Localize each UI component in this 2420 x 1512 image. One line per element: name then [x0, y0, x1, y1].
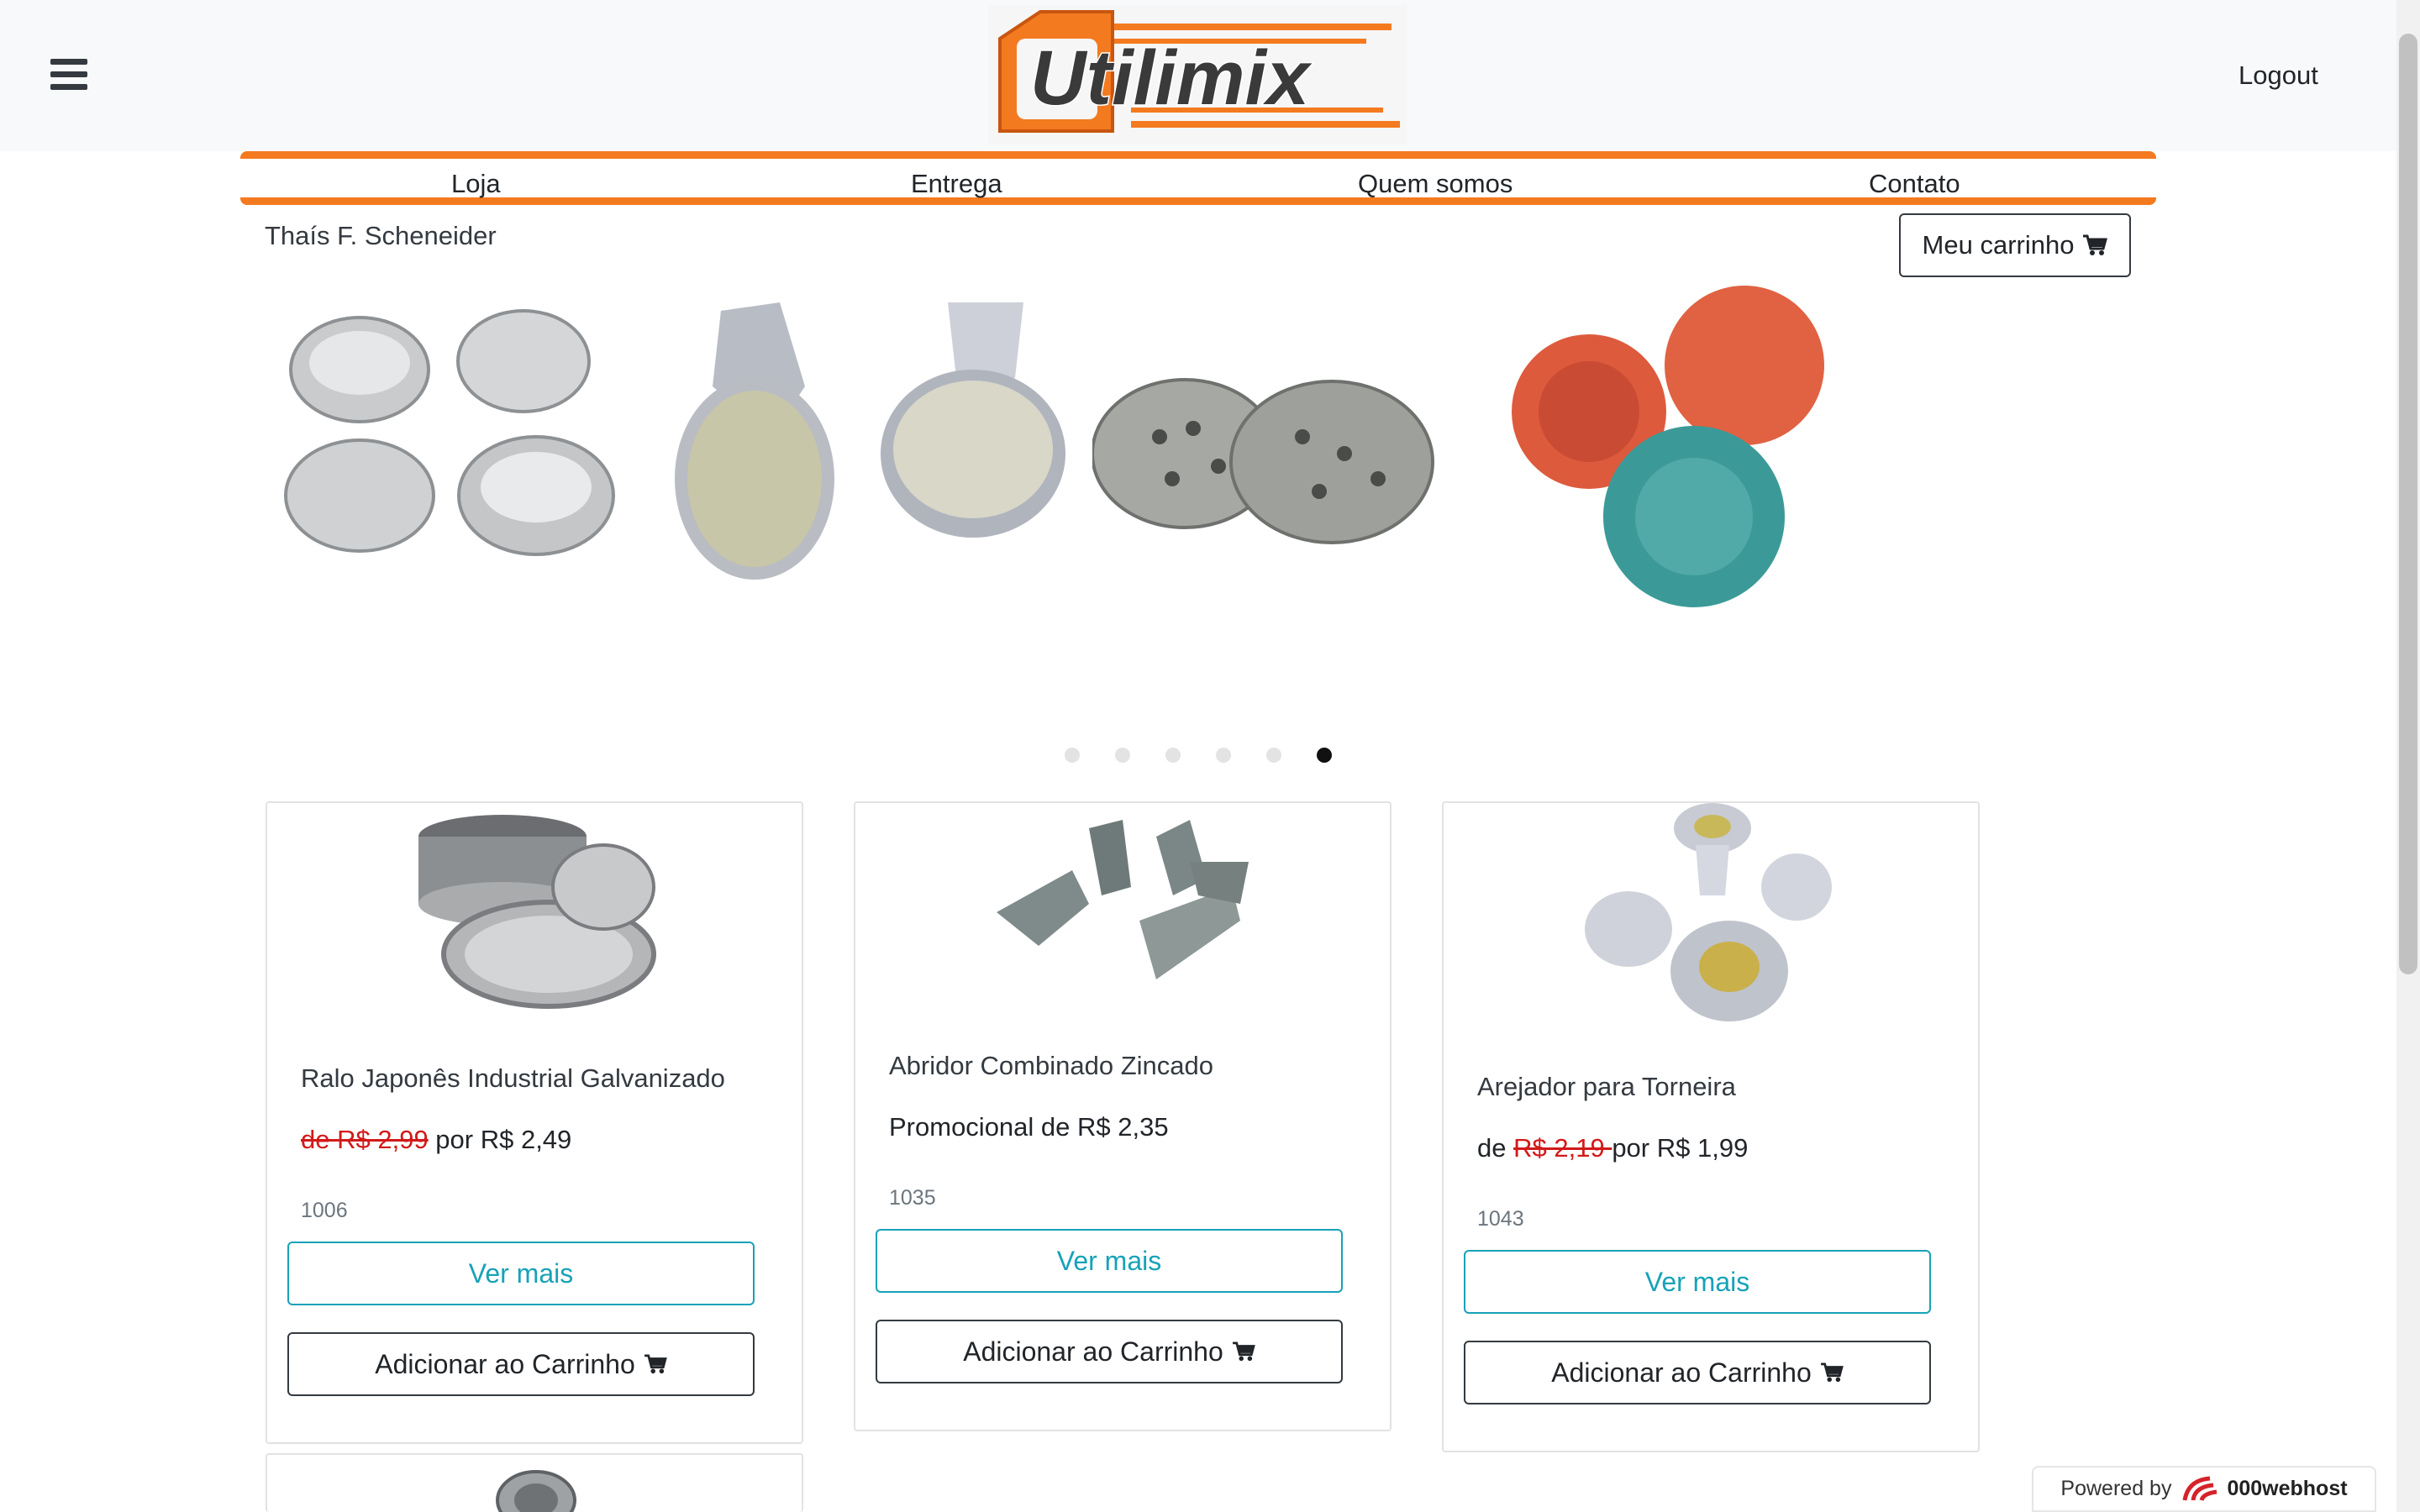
product-price-new: por R$ 1,99: [1612, 1133, 1749, 1163]
add-to-cart-button[interactable]: Adicionar ao Carrinho: [1464, 1341, 1931, 1404]
product-price: de R$ 2,19 por R$ 1,99: [1477, 1133, 1748, 1163]
powered-by-label: Powered by: [2060, 1477, 2172, 1500]
product-name[interactable]: Arejador para Torneira: [1477, 1072, 1736, 1102]
add-to-cart-label: Adicionar ao Carrinho: [963, 1336, 1223, 1367]
cart-icon: [644, 1354, 667, 1374]
scrollbar-thumb[interactable]: [2399, 34, 2417, 974]
product-price: de R$ 2,99 por R$ 2,49: [301, 1125, 571, 1155]
product-name[interactable]: Ralo Japonês Industrial Galvanizado: [301, 1063, 725, 1094]
cart-icon: [1820, 1362, 1844, 1383]
carousel-indicator-6[interactable]: [1317, 748, 1332, 763]
webhost-name: 000webhost: [2227, 1477, 2348, 1500]
product-price: Promocional de R$ 2,35: [889, 1112, 1169, 1142]
nav-item-loja[interactable]: Loja: [451, 169, 501, 199]
product-image[interactable]: [988, 811, 1257, 1005]
view-more-button[interactable]: Ver mais: [876, 1229, 1343, 1293]
product-price-new: por R$ 2,49: [428, 1125, 572, 1154]
user-name: Thaís F. Scheneider: [265, 221, 497, 250]
add-to-cart-button[interactable]: Adicionar ao Carrinho: [287, 1332, 755, 1396]
carousel-image-strainers[interactable]: [267, 286, 637, 622]
add-to-cart-label: Adicionar ao Carrinho: [375, 1348, 635, 1379]
product-code: 1035: [889, 1186, 936, 1210]
product-card: [266, 1453, 803, 1512]
add-to-cart-button[interactable]: Adicionar ao Carrinho: [876, 1320, 1343, 1383]
my-cart-button[interactable]: Meu carrinho: [1899, 213, 2131, 277]
view-more-button[interactable]: Ver mais: [1464, 1250, 1931, 1314]
carousel-image-colored-lids[interactable]: [1492, 286, 1854, 622]
nav-item-quem-somos[interactable]: Quem somos: [1358, 169, 1512, 199]
view-more-button[interactable]: Ver mais: [287, 1242, 755, 1305]
carousel-image-drain-covers[interactable]: [1091, 286, 1437, 622]
carousel-indicator-3[interactable]: [1165, 748, 1181, 763]
cart-button-label: Meu carrinho: [1922, 230, 2075, 260]
powered-by-badge[interactable]: Powered by 000webhost: [2032, 1466, 2376, 1512]
product-old-price: R$ 2,19: [1513, 1133, 1612, 1163]
product-price-prefix: de: [301, 1125, 338, 1154]
nav-item-contato[interactable]: Contato: [1869, 169, 1960, 199]
product-card: Arejador para Torneira de R$ 2,19 por R$…: [1442, 801, 1980, 1452]
cart-icon: [2083, 234, 2108, 255]
product-code: 1006: [301, 1199, 348, 1222]
product-image[interactable]: [1578, 803, 1847, 1030]
product-image[interactable]: [402, 803, 671, 1013]
brand-logo-text: Utilimix: [1030, 35, 1313, 121]
brand-logo[interactable]: Utilimix: [988, 5, 1407, 144]
carousel-image-aerators[interactable]: [671, 286, 1065, 622]
carousel-indicator-2[interactable]: [1115, 748, 1130, 763]
add-to-cart-label: Adicionar ao Carrinho: [1551, 1357, 1812, 1388]
product-card: Ralo Japonês Industrial Galvanizado de R…: [266, 801, 803, 1444]
main-nav: Loja Entrega Quem somos Contato: [240, 151, 2156, 205]
carousel-indicator-5[interactable]: [1266, 748, 1281, 763]
product-old-price: R$ 2,99: [337, 1125, 429, 1154]
hamburger-icon[interactable]: [50, 59, 87, 91]
webhost-logo-icon: [2182, 1476, 2217, 1501]
cart-icon: [1232, 1341, 1255, 1362]
product-image[interactable]: [494, 1467, 578, 1512]
logout-link[interactable]: Logout: [2238, 60, 2318, 91]
product-price-prefix: de: [1477, 1133, 1514, 1163]
carousel-indicator-1[interactable]: [1065, 748, 1080, 763]
carousel-indicator-4[interactable]: [1216, 748, 1231, 763]
product-code: 1043: [1477, 1207, 1524, 1231]
product-card: Abridor Combinado Zincado Promocional de…: [854, 801, 1392, 1431]
nav-item-entrega[interactable]: Entrega: [911, 169, 1002, 199]
product-name[interactable]: Abridor Combinado Zincado: [889, 1051, 1213, 1081]
